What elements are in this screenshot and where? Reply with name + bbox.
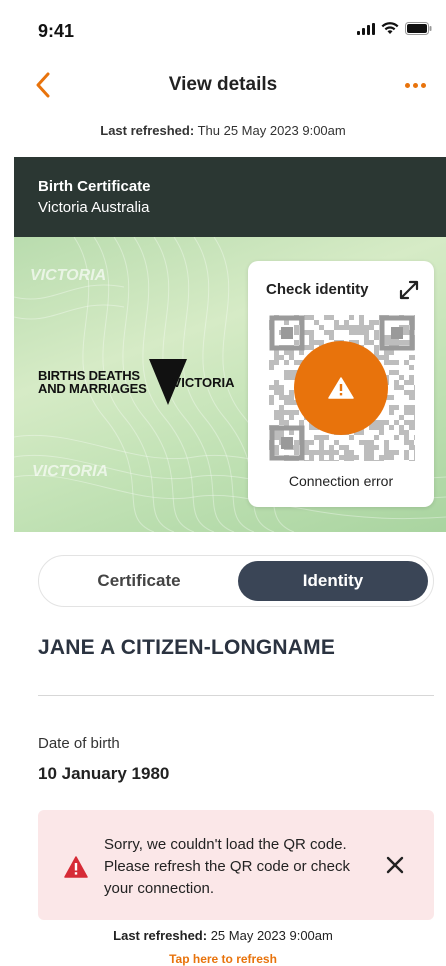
status-bar: 9:41 xyxy=(0,0,446,58)
logo-brand: VICTORIA xyxy=(172,374,235,390)
close-icon[interactable] xyxy=(384,854,406,876)
qr-panel: Check identity Connection error xyxy=(248,261,434,507)
bdm-logo: BIRTHS DEATHS AND MARRIAGES VICTORIA xyxy=(38,359,235,405)
view-toggle: Certificate Identity xyxy=(38,555,434,607)
qr-error-indicator xyxy=(294,341,388,435)
certificate-title: Birth Certificate xyxy=(38,178,151,195)
victoria-watermark: VICTORIA xyxy=(30,267,107,284)
logo-line2: AND MARRIAGES xyxy=(38,381,147,396)
status-time: 9:41 xyxy=(38,21,75,41)
error-banner: Sorry, we couldn't load the QR code. Ple… xyxy=(38,810,434,920)
signal-icon xyxy=(357,23,375,35)
dob-label: Date of birth xyxy=(38,735,120,752)
last-refreshed-bottom: Last refreshed: 25 May 2023 9:00am xyxy=(0,928,446,943)
tab-certificate[interactable]: Certificate xyxy=(44,561,234,601)
connection-error-text: Connection error xyxy=(288,473,394,489)
last-refreshed-value: Thu 25 May 2023 9:00am xyxy=(197,123,346,138)
battery-icon xyxy=(405,22,432,35)
person-name: JANE A CITIZEN-LONGNAME xyxy=(38,636,336,659)
certificate-card: VICTORIA VICTORIA BIRTHS DEATHS AND MARR… xyxy=(14,237,446,532)
more-dots-icon xyxy=(404,82,410,88)
certificate-header: Birth Certificate Victoria Australia xyxy=(14,157,446,237)
last-refreshed-top: Last refreshed: Thu 25 May 2023 9:00am xyxy=(0,123,446,138)
victoria-watermark: VICTORIA xyxy=(32,463,109,480)
certificate-subtitle: Victoria Australia xyxy=(38,199,150,216)
dob-value: 10 January 1980 xyxy=(38,764,170,783)
warning-icon xyxy=(328,377,354,399)
last-refreshed-value: 25 May 2023 9:00am xyxy=(210,928,333,943)
expand-icon[interactable] xyxy=(398,279,420,301)
check-identity-title: Check identity xyxy=(266,281,369,298)
last-refreshed-label: Last refreshed: xyxy=(100,123,195,138)
more-options-button[interactable] xyxy=(400,72,430,98)
nav-bar: View details xyxy=(0,58,446,114)
error-message: Sorry, we couldn't load the QR code. Ple… xyxy=(104,836,350,897)
status-icons xyxy=(357,22,432,35)
last-refreshed-label: Last refreshed: xyxy=(113,928,208,943)
wifi-icon xyxy=(381,22,399,34)
error-warning-icon xyxy=(64,856,88,878)
divider xyxy=(38,695,434,696)
page-title: View details xyxy=(168,74,278,95)
tab-identity[interactable]: Identity xyxy=(238,561,428,601)
refresh-link[interactable]: Tap here to refresh xyxy=(0,952,446,966)
